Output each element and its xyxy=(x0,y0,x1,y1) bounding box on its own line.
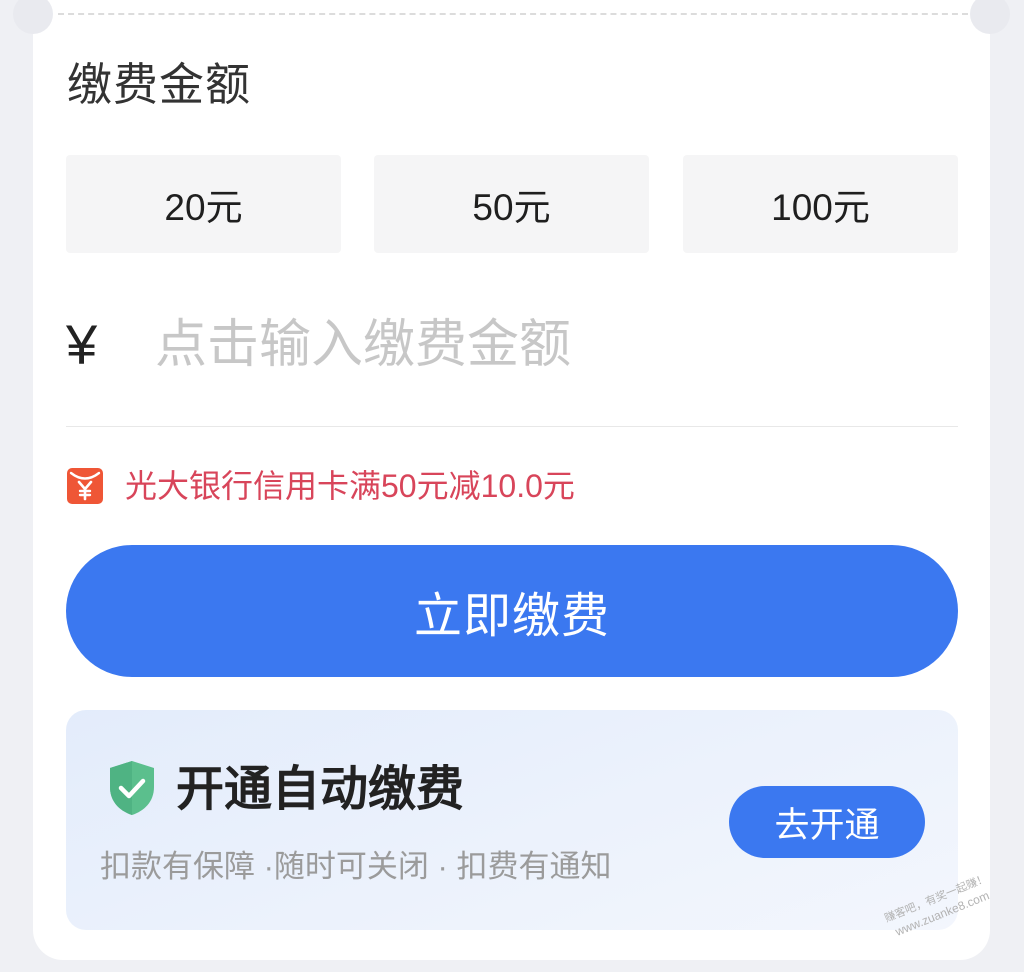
pay-now-button[interactable]: 立即缴费 xyxy=(66,545,958,677)
amount-option-50[interactable]: 50元 xyxy=(374,155,649,253)
dashed-divider xyxy=(58,13,968,15)
input-divider xyxy=(66,426,958,427)
pay-now-label: 立即缴费 xyxy=(413,590,610,643)
enable-auto-pay-button[interactable]: 去开通 xyxy=(729,786,925,858)
section-title: 缴费金额 xyxy=(67,59,252,110)
auto-pay-subtitle: 扣款有保障 ·随时可关闭 · 扣费有通知 xyxy=(100,849,612,884)
payment-screen: 缴费金额 20元 50元 100元 ¥ 光大银行信用卡满50元减10.0元 立即… xyxy=(0,0,1024,972)
red-envelope-yuan-icon xyxy=(67,468,103,504)
enable-auto-pay-label: 去开通 xyxy=(774,805,880,845)
auto-pay-title: 开通自动缴费 xyxy=(176,763,465,816)
shield-check-icon xyxy=(110,761,154,815)
amount-option-label: 50元 xyxy=(472,187,551,228)
amount-option-100[interactable]: 100元 xyxy=(683,155,958,253)
amount-input[interactable] xyxy=(155,309,945,381)
ticket-notch-right xyxy=(970,0,1010,34)
amount-option-20[interactable]: 20元 xyxy=(66,155,341,253)
currency-symbol: ¥ xyxy=(66,313,98,376)
amount-option-label: 100元 xyxy=(771,187,870,228)
promo-text: 光大银行信用卡满50元减10.0元 xyxy=(125,468,575,504)
amount-option-label: 20元 xyxy=(164,187,243,228)
